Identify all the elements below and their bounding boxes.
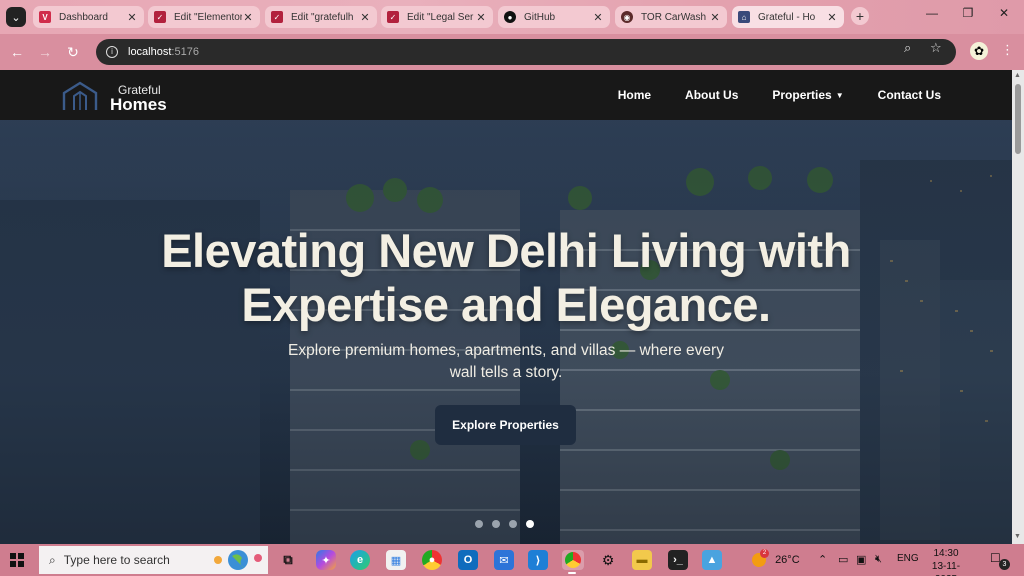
task-view-icon[interactable]: ⧉ [278, 550, 298, 570]
vscode-icon[interactable]: ⟩ [528, 550, 548, 570]
carousel-dot-active[interactable] [526, 520, 534, 528]
tab-close-icon[interactable]: ✕ [826, 11, 838, 24]
search-icon: ⌕ [49, 552, 56, 567]
carousel-dot[interactable] [492, 520, 500, 528]
device-icon[interactable]: ▭ [838, 553, 848, 566]
copilot-icon[interactable]: ✦ [316, 550, 336, 570]
github-icon: ● [504, 11, 516, 23]
hero-dark-overlay [0, 120, 1012, 544]
grateful-homes-logo[interactable]: Grateful Homes [62, 80, 202, 112]
car-icon: ◉ [621, 11, 633, 23]
browser-tab-strip: ⌄ V Dashboard ✕ ✓ Edit "Elementor ✕ ✓ Ed… [0, 0, 1024, 34]
tab-close-icon[interactable]: ✕ [242, 11, 254, 24]
notification-center-icon[interactable]: ☐ 3 [990, 551, 1010, 570]
scroll-up-icon[interactable]: ▲ [1014, 72, 1021, 79]
terminal-icon[interactable]: ›_ [668, 550, 688, 570]
new-tab-button[interactable]: + [851, 7, 869, 25]
home-icon: ⌂ [738, 11, 750, 23]
meet-now-icon[interactable]: ▣ [856, 553, 866, 566]
hero-title: Elevating New Delhi Living with Expertis… [161, 224, 851, 331]
windows-start-icon[interactable] [10, 553, 24, 567]
outlook-icon[interactable]: O [458, 550, 478, 570]
bookmark-star-icon[interactable]: ☆ [930, 40, 942, 56]
url-text: localhost:5176 [128, 46, 199, 58]
v-logo-icon: V [39, 11, 51, 23]
logo-text-bottom: Homes [110, 95, 167, 112]
reload-icon[interactable]: ↻ [64, 43, 82, 61]
nav-about-link[interactable]: About Us [685, 88, 738, 102]
site-info-icon[interactable]: i [106, 46, 118, 58]
weather-sun-icon: 2 [752, 549, 769, 567]
nav-contact-link[interactable]: Contact Us [878, 88, 941, 102]
explore-properties-button[interactable]: Explore Properties [435, 405, 576, 445]
weather-widget[interactable]: 2 26°C [752, 549, 800, 567]
edge-icon[interactable]: e [350, 550, 370, 570]
hero-carousel: Elevating New Delhi Living with Expertis… [0, 120, 1012, 544]
zoom-icon[interactable]: ⌕ [904, 40, 911, 56]
tab-close-icon[interactable]: ✕ [475, 11, 487, 24]
carousel-dot[interactable] [475, 520, 483, 528]
restore-icon[interactable]: ❐ [954, 6, 982, 20]
volume-muted-icon[interactable]: 🔇︎ [875, 553, 882, 566]
taskbar-search-box[interactable]: ⌕ Type here to search [39, 546, 268, 574]
store-icon[interactable]: ▦ [386, 550, 406, 570]
tab-search-chevron-icon[interactable]: ⌄ [6, 7, 26, 27]
back-arrow-icon[interactable]: ← [8, 43, 26, 61]
tab-edit-elementor[interactable]: ✓ Edit "Elementor ✕ [148, 6, 260, 28]
edit-icon: ✓ [271, 11, 283, 23]
tab-tor-carwash[interactable]: ◉ TOR CarWash ✕ [615, 6, 727, 28]
profile-avatar-icon[interactable]: ✿ [970, 42, 988, 60]
minimize-icon[interactable]: — [918, 6, 946, 20]
scroll-down-icon[interactable]: ▼ [1014, 533, 1021, 540]
carousel-dot[interactable] [509, 520, 517, 528]
hero-subtitle: Explore premium homes, apartments, and v… [288, 342, 724, 381]
tab-close-icon[interactable]: ✕ [592, 11, 604, 24]
chevron-down-icon: ▼ [835, 90, 844, 100]
tab-dashboard[interactable]: V Dashboard ✕ [33, 6, 144, 28]
carousel-indicators [475, 520, 534, 528]
chrome-icon[interactable]: ● [422, 550, 442, 570]
window-close-icon[interactable]: ✕ [990, 6, 1018, 20]
browser-menu-icon[interactable]: ⋮ [1001, 42, 1014, 58]
tab-close-icon[interactable]: ✕ [709, 11, 721, 24]
tab-edit-gratefulh[interactable]: ✓ Edit "gratefulh ✕ [265, 6, 377, 28]
tab-edit-legal[interactable]: ✓ Edit "Legal Ser ✕ [381, 6, 493, 28]
scrollbar-thumb[interactable] [1015, 84, 1021, 154]
nav-home-link[interactable]: Home [618, 88, 651, 102]
edit-icon: ✓ [387, 11, 399, 23]
input-language[interactable]: ENG [897, 553, 919, 564]
taskbar-clock[interactable]: 14:30 13-11-2025 [924, 547, 968, 576]
site-navbar: Grateful Homes Home About Us Properties ▼… [0, 70, 1012, 120]
mail-icon[interactable]: ✉ [494, 550, 514, 570]
page-scrollbar[interactable]: ▲ ▼ [1012, 70, 1024, 544]
tab-close-icon[interactable]: ✕ [359, 11, 371, 24]
address-bar[interactable]: i localhost:5176 [96, 39, 956, 65]
chrome-active-icon[interactable] [562, 550, 584, 574]
browser-toolbar: ← → ↻ i localhost:5176 ⌕ ☆ [0, 34, 1024, 70]
page-viewport: Grateful Homes Home About Us Properties ▼… [0, 70, 1012, 544]
search-highlight-earth-icon [214, 550, 262, 570]
site-nav-links: Home About Us Properties ▼ Contact Us [584, 70, 941, 120]
windows-taskbar: ⌕ Type here to search ⧉ ✦ e ▦ ● O ✉ ⟩ ⚙ … [0, 544, 1024, 576]
settings-gear-icon[interactable]: ⚙ [598, 550, 618, 570]
file-explorer-icon[interactable]: ▬ [632, 550, 652, 570]
tab-github[interactable]: ● GitHub ✕ [498, 6, 610, 28]
tray-expand-icon[interactable]: ⌃ [818, 553, 827, 566]
edit-icon: ✓ [154, 11, 166, 23]
tab-close-icon[interactable]: ✕ [126, 11, 138, 24]
tab-grateful-homes[interactable]: ⌂ Grateful - Ho ✕ [732, 6, 844, 28]
forward-arrow-icon[interactable]: → [36, 43, 54, 61]
photos-icon[interactable]: ▲ [702, 550, 722, 570]
nav-properties-dropdown[interactable]: Properties ▼ [772, 88, 843, 102]
